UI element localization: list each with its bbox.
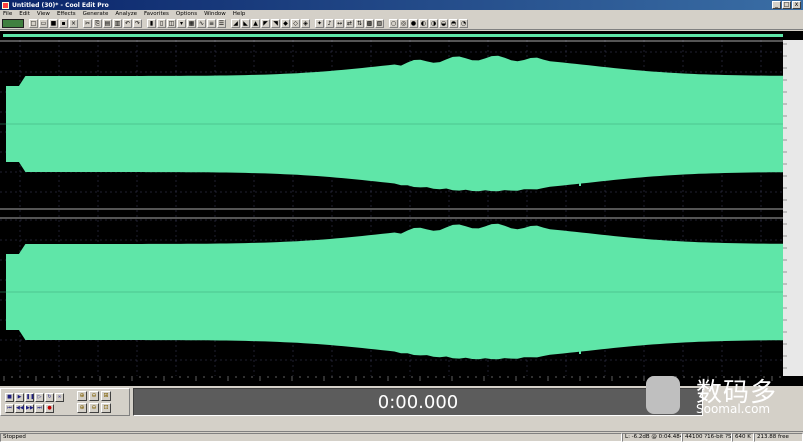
tool-e-icon[interactable]: ◑ — [429, 19, 438, 28]
playlist-icon[interactable]: ☰ — [217, 19, 226, 28]
echo-icon[interactable]: ◥ — [271, 19, 280, 28]
menu-favorites[interactable]: Favorites — [144, 11, 169, 17]
trim-icon[interactable]: ▮ — [147, 19, 156, 28]
waveform-view-icon[interactable]: ∿ — [197, 19, 206, 28]
multitrack-toggle-button[interactable] — [2, 19, 24, 28]
waveform-display[interactable] — [0, 40, 803, 376]
noise-reduction-icon[interactable]: ✦ — [315, 19, 324, 28]
menu-options[interactable]: Options — [176, 11, 197, 17]
zoom-in-vertical-icon[interactable]: ⊕ — [77, 403, 87, 413]
play-button[interactable]: ▶ — [15, 393, 24, 402]
waveform-overview[interactable] — [0, 31, 803, 40]
loop-icon[interactable]: ∞ — [55, 393, 64, 402]
watermark-en: Soomal.com — [696, 402, 771, 416]
normalize-icon[interactable]: ▲ — [251, 19, 260, 28]
menu-edit[interactable]: Edit — [19, 11, 30, 17]
app-icon[interactable] — [2, 1, 9, 9]
status-free: 213.88 free — [754, 432, 803, 442]
delay-icon[interactable]: ◇ — [291, 19, 300, 28]
status-format: 44100 ?16-bit ?Stereo — [682, 432, 732, 442]
status-size: 640 K — [732, 432, 754, 442]
mix-paste-icon[interactable]: ▥ — [113, 19, 122, 28]
status-level: L: -6.2dB @ 0:04.484 — [622, 432, 682, 442]
reverse-icon[interactable]: ⇄ — [345, 19, 354, 28]
stretch-icon[interactable]: ↔ — [335, 19, 344, 28]
stop-button[interactable]: ■ — [5, 393, 14, 402]
go-to-beginning-button[interactable]: ⏮ — [5, 404, 14, 413]
transport-panel: ■ ▶ ❚❚ ▷ ↻ ∞ ⏮ ◀◀ ▶▶ ⏭ ● ⊕ ⊖ ⊞ ⊕ ⊖ ⊡ — [0, 388, 130, 416]
menu-help[interactable]: Help — [233, 11, 246, 17]
go-to-end-button[interactable]: ⏭ — [35, 404, 44, 413]
window-title: Untitled (30)* - Cool Edit Pro — [12, 1, 109, 9]
invert-icon[interactable]: ⇅ — [355, 19, 364, 28]
menu-view[interactable]: View — [37, 11, 50, 17]
waveform-svg[interactable] — [0, 40, 803, 376]
statistics-icon[interactable]: ▧ — [375, 19, 384, 28]
save-icon[interactable]: ■ — [49, 19, 58, 28]
tool-a-icon[interactable]: ○ — [389, 19, 398, 28]
status-state: Stopped — [0, 432, 622, 442]
reverb-icon[interactable]: ◆ — [281, 19, 290, 28]
undo-icon[interactable]: ↶ — [123, 19, 132, 28]
tool-f-icon[interactable]: ◒ — [439, 19, 448, 28]
rewind-button[interactable]: ◀◀ — [15, 404, 24, 413]
toolbar: □ ▭ ■ ▪ × ✂ ⎘ ▤ ▥ ↶ ↷ ▮ ▯ ◫ ▾ ▦ ∿ ≡ ☰ ◢ … — [0, 18, 803, 30]
zoom-full-icon[interactable]: ⊞ — [101, 391, 111, 401]
filter-icon[interactable]: ◈ — [301, 19, 310, 28]
close-button[interactable]: x — [792, 1, 801, 9]
zoom-in-horizontal-icon[interactable]: ⊕ — [77, 391, 87, 401]
play-from-cursor-button[interactable]: ▷ — [35, 393, 44, 402]
tool-b-icon[interactable]: ◎ — [399, 19, 408, 28]
transport-row-bottom: ⏮ ◀◀ ▶▶ ⏭ ● — [5, 404, 64, 413]
markers-icon[interactable]: ▾ — [177, 19, 186, 28]
amplify-icon[interactable]: ◢ — [231, 19, 240, 28]
save-as-icon[interactable]: ▪ — [59, 19, 68, 28]
frequency-analysis-icon[interactable]: ▩ — [365, 19, 374, 28]
status-bar: Stopped L: -6.2dB @ 0:04.484 44100 ?16-b… — [0, 431, 803, 442]
transport-row-top: ■ ▶ ❚❚ ▷ ↻ ∞ — [5, 393, 64, 402]
record-button[interactable]: ● — [45, 404, 54, 413]
silence-icon[interactable]: ▯ — [157, 19, 166, 28]
close-file-icon[interactable]: × — [69, 19, 78, 28]
menu-generate[interactable]: Generate — [83, 11, 109, 17]
menu-file[interactable]: File — [3, 11, 12, 17]
paste-icon[interactable]: ▤ — [103, 19, 112, 28]
open-file-icon[interactable]: ▭ — [39, 19, 48, 28]
zoom-selection-icon[interactable]: ⊡ — [101, 403, 111, 413]
zoom-panel: ⊕ ⊖ ⊞ ⊕ ⊖ ⊡ — [77, 391, 111, 413]
menu-bar: File Edit View Effects Generate Analyze … — [0, 10, 803, 18]
redo-icon[interactable]: ↷ — [133, 19, 142, 28]
menu-effects[interactable]: Effects — [57, 11, 76, 17]
tool-g-icon[interactable]: ◓ — [449, 19, 458, 28]
tool-d-icon[interactable]: ◐ — [419, 19, 428, 28]
copy-icon[interactable]: ⎘ — [93, 19, 102, 28]
menu-window[interactable]: Window — [204, 11, 226, 17]
new-file-icon[interactable]: □ — [29, 19, 38, 28]
minimize-button[interactable]: _ — [772, 1, 781, 9]
cue-list-icon[interactable]: ≡ — [207, 19, 216, 28]
tool-c-icon[interactable]: ● — [409, 19, 418, 28]
pitch-icon[interactable]: ♪ — [325, 19, 334, 28]
zoom-out-horizontal-icon[interactable]: ⊖ — [89, 391, 99, 401]
overview-range-bar[interactable] — [3, 34, 783, 37]
cool-edit-window: Untitled (30)* - Cool Edit Pro _ □ x Fil… — [0, 0, 803, 442]
snap-icon[interactable]: ◫ — [167, 19, 176, 28]
time-display: 0:00.000 — [133, 388, 703, 416]
tool-h-icon[interactable]: ◔ — [459, 19, 468, 28]
fade-icon[interactable]: ◤ — [261, 19, 270, 28]
soomal-logo-icon — [646, 376, 680, 414]
play-looped-button[interactable]: ↻ — [45, 393, 54, 402]
cut-icon[interactable]: ✂ — [83, 19, 92, 28]
amplitude-ruler — [783, 40, 803, 376]
fast-forward-button[interactable]: ▶▶ — [25, 404, 34, 413]
title-bar: Untitled (30)* - Cool Edit Pro _ □ x — [0, 0, 803, 10]
menu-analyze[interactable]: Analyze — [115, 11, 137, 17]
soomal-watermark: 数码多 Soomal.com — [640, 372, 800, 418]
zoom-out-vertical-icon[interactable]: ⊖ — [89, 403, 99, 413]
spectral-view-icon[interactable]: ▦ — [187, 19, 196, 28]
pause-button[interactable]: ❚❚ — [25, 393, 34, 402]
maximize-button[interactable]: □ — [782, 1, 791, 9]
envelope-icon[interactable]: ◣ — [241, 19, 250, 28]
